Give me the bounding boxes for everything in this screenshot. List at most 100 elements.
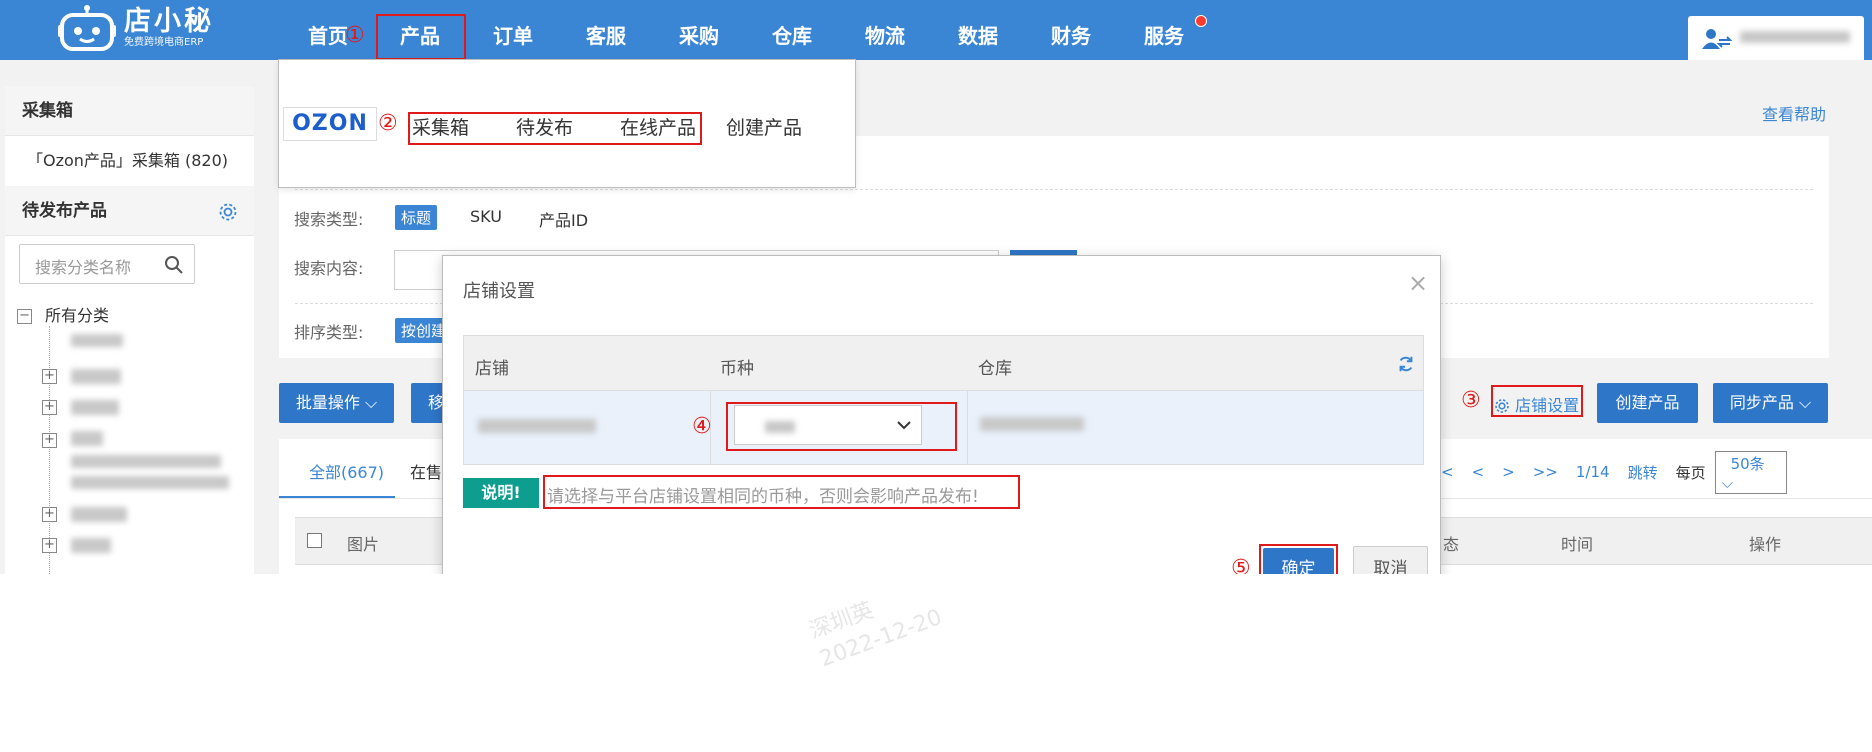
logo[interactable]: 店小秘 免费跨境电商ERP bbox=[58, 2, 214, 54]
search-content-label: 搜索内容: bbox=[294, 259, 364, 278]
pager-prev[interactable]: < bbox=[1472, 463, 1485, 481]
help-link[interactable]: 查看帮助 bbox=[1762, 101, 1826, 125]
nav-item-warehouse[interactable]: 仓库 bbox=[772, 0, 812, 60]
column-image: 图片 bbox=[347, 535, 380, 554]
tree-collapse-toggle[interactable]: − bbox=[17, 309, 32, 324]
nav-item-purchase[interactable]: 采购 bbox=[679, 0, 719, 60]
search-icon[interactable] bbox=[164, 255, 184, 275]
notification-dot bbox=[1195, 15, 1207, 27]
tree-item-blurred[interactable] bbox=[71, 431, 103, 446]
annotation-number-4: ④ bbox=[692, 414, 712, 439]
annotation-number-5: ⑤ bbox=[1231, 556, 1251, 575]
logo-title: 店小秘 bbox=[124, 6, 214, 37]
ozon-logo[interactable]: OZON bbox=[283, 107, 377, 141]
column-currency: 币种 bbox=[720, 359, 754, 379]
product-dropdown-menu: OZON ② 采集箱 待发布 在线产品 创建产品 bbox=[278, 59, 856, 188]
menu-link-pending[interactable]: 待发布 bbox=[516, 113, 573, 140]
chevron-down-icon: ⌵ bbox=[364, 393, 378, 412]
divider bbox=[295, 189, 1813, 190]
tree-expand-toggle[interactable]: + bbox=[42, 433, 57, 448]
cell-divider bbox=[967, 391, 968, 465]
column-status: 态 bbox=[1443, 535, 1460, 554]
nav-item-logistics[interactable]: 物流 bbox=[865, 0, 905, 60]
tree-expand-toggle[interactable]: + bbox=[42, 400, 57, 415]
sidebar-header-pending: 待发布产品 bbox=[5, 186, 254, 236]
store-row: ④ bbox=[463, 391, 1424, 465]
nav-item-finance[interactable]: 财务 bbox=[1051, 0, 1091, 60]
confirm-button[interactable]: 确定 bbox=[1263, 548, 1334, 574]
currency-value-blurred bbox=[765, 421, 795, 433]
store-settings-modal: 店铺设置 × 店铺 币种 仓库 ④ 说明! 请选择与平台店铺设置相同的币种，否则… bbox=[442, 255, 1441, 574]
annotation-box-1 bbox=[376, 14, 466, 60]
gear-icon bbox=[1495, 399, 1509, 413]
sync-product-button[interactable]: 同步产品 ⌵ bbox=[1713, 383, 1828, 423]
tree-expand-toggle[interactable]: + bbox=[42, 538, 57, 553]
create-product-button[interactable]: 创建产品 bbox=[1597, 383, 1698, 423]
watermark: 深圳英 2022-12-20 bbox=[806, 575, 947, 675]
tree-expand-toggle[interactable]: + bbox=[42, 507, 57, 522]
nav-item-home[interactable]: 首页 bbox=[308, 0, 348, 60]
user-menu[interactable] bbox=[1688, 16, 1864, 60]
refresh-icon[interactable] bbox=[1397, 355, 1415, 373]
column-actions: 操作 bbox=[1749, 535, 1782, 554]
per-page-select[interactable]: 50条 ⌵ bbox=[1714, 450, 1787, 494]
chevron-down-icon: ⌵ bbox=[1798, 393, 1812, 412]
search-type-product-id[interactable]: 产品ID bbox=[539, 207, 588, 231]
menu-link-online-products[interactable]: 在线产品 bbox=[620, 113, 696, 140]
store-settings-header: 店铺 币种 仓库 bbox=[463, 335, 1424, 391]
tree-item-blurred[interactable] bbox=[71, 334, 123, 347]
nav-item-services[interactable]: 服务 bbox=[1144, 0, 1184, 60]
tree-item-blurred[interactable] bbox=[71, 476, 229, 489]
tab-all[interactable]: 全部(667) bbox=[309, 459, 384, 483]
annotation-number-2: ② bbox=[378, 111, 398, 136]
tree-item-blurred[interactable] bbox=[71, 507, 127, 522]
store-settings-label: 店铺设置 bbox=[1515, 396, 1580, 415]
pager-jump[interactable]: 跳转 bbox=[1628, 462, 1658, 483]
column-store: 店铺 bbox=[475, 359, 509, 379]
nav-item-data[interactable]: 数据 bbox=[958, 0, 998, 60]
note-tag: 说明! bbox=[463, 478, 539, 508]
pager-first[interactable]: < bbox=[1441, 463, 1454, 481]
currency-select[interactable] bbox=[734, 405, 922, 445]
sidebar: 采集箱 「Ozon产品」采集箱 (820) 待发布产品 搜索分类名称 − 所有分… bbox=[5, 86, 254, 574]
chevron-down-icon bbox=[897, 421, 911, 430]
pager-next[interactable]: > bbox=[1502, 463, 1515, 481]
tree-item-blurred[interactable] bbox=[71, 455, 221, 468]
store-settings-link[interactable]: 店铺设置 bbox=[1494, 392, 1579, 416]
cancel-button[interactable]: 取消 bbox=[1353, 546, 1428, 574]
search-type-label: 搜索类型: bbox=[294, 210, 364, 229]
tree-item-blurred[interactable] bbox=[71, 400, 119, 415]
tree-expand-toggle[interactable]: + bbox=[42, 369, 57, 384]
pager-last[interactable]: >> bbox=[1533, 463, 1558, 481]
robot-logo-icon bbox=[58, 5, 116, 51]
logo-subtitle: 免费跨境电商ERP bbox=[124, 37, 204, 48]
category-search-input[interactable]: 搜索分类名称 bbox=[19, 244, 195, 284]
tab-on-sale[interactable]: 在售 bbox=[410, 459, 442, 483]
sync-product-label: 同步产品 bbox=[1729, 393, 1794, 412]
modal-title: 店铺设置 bbox=[463, 281, 535, 302]
sidebar-item-ozon-collection[interactable]: 「Ozon产品」采集箱 (820) bbox=[5, 136, 254, 186]
tree-item-blurred[interactable] bbox=[71, 369, 121, 384]
batch-operations-button[interactable]: 批量操作 ⌵ bbox=[279, 383, 394, 423]
note-text: 请选择与平台店铺设置相同的币种，否则会影响产品发布! bbox=[547, 487, 979, 507]
close-icon[interactable]: × bbox=[1408, 269, 1428, 297]
sidebar-header-pending-label: 待发布产品 bbox=[22, 201, 107, 221]
pagination: < < > >> 1/14 跳转 每页 50条 ⌵ bbox=[1432, 450, 1796, 494]
batch-operations-label: 批量操作 bbox=[295, 393, 360, 412]
tree-all-categories[interactable]: 所有分类 bbox=[45, 302, 109, 326]
gear-icon[interactable] bbox=[218, 202, 238, 222]
column-warehouse: 仓库 bbox=[978, 359, 1012, 379]
select-all-checkbox[interactable] bbox=[307, 533, 322, 548]
menu-link-collection[interactable]: 采集箱 bbox=[412, 113, 469, 140]
tree-item-blurred[interactable] bbox=[71, 538, 111, 553]
warehouse-name-blurred bbox=[980, 417, 1084, 431]
nav-item-service[interactable]: 客服 bbox=[586, 0, 626, 60]
search-type-title[interactable]: 标题 bbox=[395, 205, 438, 230]
sort-type-label: 排序类型: bbox=[294, 323, 364, 342]
nav-item-orders[interactable]: 订单 bbox=[493, 0, 533, 60]
sidebar-header-collection: 采集箱 bbox=[5, 86, 254, 136]
menu-link-create-product[interactable]: 创建产品 bbox=[726, 113, 802, 140]
per-page-label: 每页 bbox=[1675, 463, 1706, 482]
search-type-sku[interactable]: SKU bbox=[470, 207, 502, 226]
category-search-placeholder: 搜索分类名称 bbox=[35, 258, 132, 277]
